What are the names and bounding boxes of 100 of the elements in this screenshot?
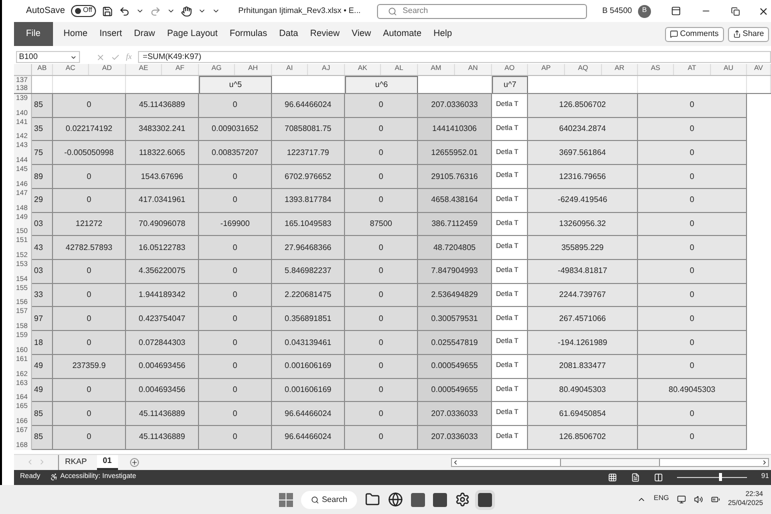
battery-icon[interactable]	[710, 495, 720, 504]
sheet-tab[interactable]: 01	[96, 454, 118, 470]
table-cell: 03	[32, 212, 53, 236]
table-cell: 97	[32, 307, 53, 332]
table-cell: 0	[345, 402, 418, 426]
search-icon	[388, 6, 397, 16]
table-cell: 45.11436889	[126, 402, 199, 426]
accessibility-icon	[50, 473, 58, 482]
undo-icon[interactable]	[119, 6, 130, 16]
table-cell: 75	[32, 141, 53, 166]
ribbon-button[interactable]: Share	[728, 26, 769, 42]
table-cell: 0	[638, 212, 747, 236]
scroll-right-icon[interactable]	[761, 458, 768, 466]
table-cell: 0	[199, 165, 272, 189]
table-cell: -169900	[199, 212, 272, 236]
taskbar-search[interactable]: Search	[300, 490, 358, 508]
table-cell: 0	[199, 354, 272, 379]
table-cell: 2244.739767	[528, 284, 638, 308]
table-cell: 0	[53, 94, 126, 118]
ribbon-tab[interactable]: Data	[278, 22, 300, 46]
table-cell: 0	[638, 165, 747, 189]
ribbon-display-icon[interactable]	[671, 6, 681, 16]
table-cell: 0	[345, 307, 418, 332]
table-cell: 126.8506702	[528, 94, 638, 118]
name-box[interactable]: B100	[16, 51, 80, 63]
scroll-left-icon[interactable]	[452, 458, 459, 466]
table-cell: 89	[32, 165, 53, 189]
zoom-slider[interactable]	[677, 473, 748, 482]
ribbon-tab[interactable]: Page Layout	[166, 22, 219, 46]
table-cell: 49	[32, 378, 53, 402]
hand-icon[interactable]	[181, 6, 192, 16]
table-header-cell: u^5	[199, 76, 272, 93]
ribbon-tab[interactable]: Insert	[98, 22, 124, 46]
table-cell: 3483302.241	[126, 118, 199, 142]
ribbon-tab[interactable]: View	[350, 22, 372, 46]
volume-icon[interactable]	[694, 495, 703, 504]
table-cell: 0	[638, 260, 747, 284]
table-cell: 12316.79656	[528, 165, 638, 189]
table-cell: 0	[638, 141, 747, 166]
caret-icon[interactable]	[167, 7, 176, 15]
globe-icon[interactable]	[388, 492, 404, 507]
file-name: Prhitungan Ijtimak_Rev3.xlsx • E...	[238, 5, 361, 17]
ribbon-tab[interactable]: Formulas	[228, 22, 268, 46]
ribbon-tab[interactable]: Automate	[382, 22, 423, 46]
add-sheet-icon[interactable]	[130, 458, 139, 467]
restore-icon[interactable]	[731, 6, 740, 16]
table-cell: 0	[53, 284, 126, 308]
normal-view-icon[interactable]	[608, 472, 618, 482]
table-cell: 1543.67696	[126, 165, 199, 189]
comment-icon	[670, 30, 678, 38]
table-header-cell: u^7	[492, 76, 528, 93]
save-icon[interactable]	[102, 6, 114, 16]
tray-expand-icon[interactable]	[636, 495, 646, 504]
table-cell: 0	[53, 165, 126, 189]
table-cell: 0	[345, 378, 418, 402]
page-break-icon[interactable]	[654, 472, 664, 482]
table-cell: 0	[199, 284, 272, 308]
table-cell: 3697.561864	[528, 141, 638, 166]
ribbon-button[interactable]: Comments	[664, 26, 724, 42]
table-header-cell: u^6	[345, 76, 418, 93]
table-cell: 6702.976652	[272, 165, 345, 189]
monitor-icon[interactable]	[676, 495, 686, 504]
table-cell: -0.005050998	[53, 141, 126, 166]
formula-field[interactable]: =SUM(K49:K97)	[138, 51, 771, 63]
scrollbar-thumb[interactable]	[560, 458, 660, 466]
table-cell: 0	[53, 426, 126, 450]
ribbon-tab[interactable]: Draw	[133, 22, 156, 46]
table-cell: 207.0336033	[418, 426, 492, 450]
start-icon[interactable]	[278, 492, 293, 506]
table-cell: 0	[53, 307, 126, 332]
horizontal-scrollbar[interactable]	[451, 458, 769, 467]
table-cell: 0.008357207	[199, 141, 272, 166]
table-cell: 0	[638, 331, 747, 355]
settings-icon[interactable]	[455, 492, 470, 507]
page-layout-icon[interactable]	[631, 472, 640, 482]
ribbon-tab[interactable]: Help	[432, 22, 454, 46]
folder-icon[interactable]	[365, 492, 380, 507]
ribbon-tab[interactable]: Home	[62, 22, 89, 46]
table-cell: 1.944189342	[126, 284, 199, 308]
table-cell: 43	[32, 236, 53, 260]
ribbon-tab[interactable]: Review	[309, 22, 341, 46]
table-cell: 29105.76316	[418, 165, 492, 189]
caret-icon[interactable]	[136, 7, 144, 15]
close-icon[interactable]	[758, 6, 769, 16]
table-cell: 0	[638, 307, 747, 332]
app-icon[interactable]	[433, 492, 448, 506]
table-cell: 0.004693456	[126, 378, 199, 402]
table-cell: 0.000549655	[418, 354, 492, 379]
customize-icon[interactable]	[212, 7, 220, 15]
table-cell: 2081.833477	[528, 354, 638, 379]
autosave-label: AutoSave	[26, 4, 66, 18]
table-cell: 1223717.79	[272, 141, 345, 166]
table-cell: 0.423754047	[126, 307, 199, 332]
table-cell: 85	[32, 426, 53, 450]
caret-icon[interactable]	[198, 7, 206, 15]
table-cell: 0.022174192	[53, 118, 126, 142]
search-field[interactable]: Search	[376, 4, 587, 18]
table-cell: -49834.81817	[528, 260, 638, 284]
ribbon-tab[interactable]: File	[14, 22, 53, 46]
redo-icon[interactable]	[150, 6, 162, 16]
